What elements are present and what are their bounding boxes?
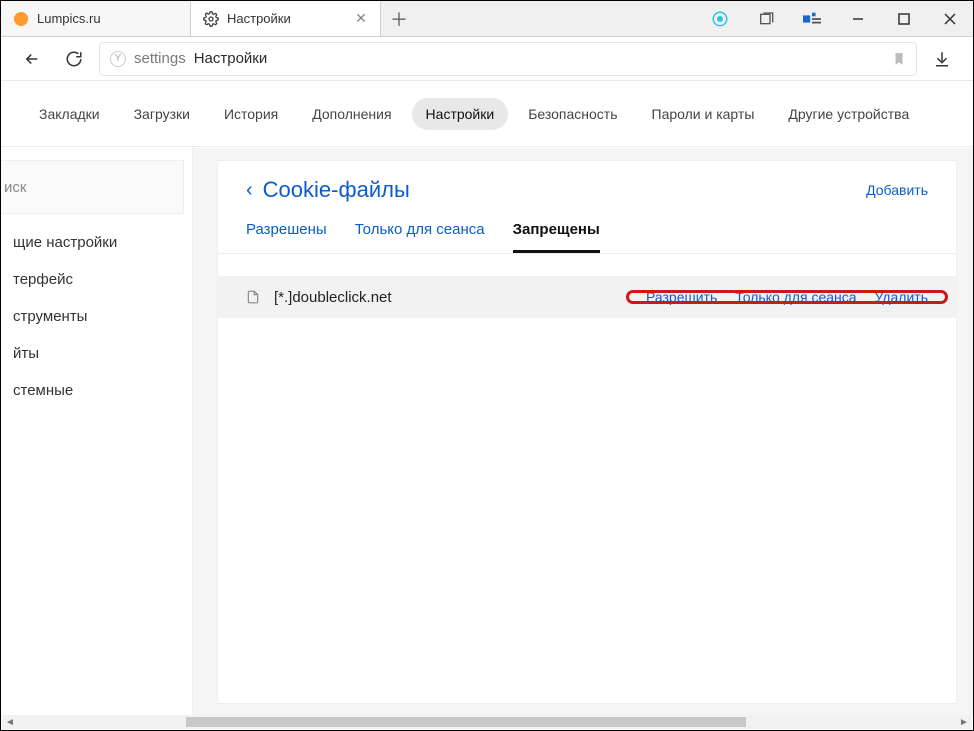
sidebar-item-tools[interactable]: струменты <box>1 298 192 335</box>
panel-back-link[interactable]: ‹ Cookie-файлы <box>246 177 410 203</box>
downloads-button[interactable] <box>925 42 959 76</box>
sidebar-search[interactable]: иск <box>1 160 184 214</box>
nav-bookmarks[interactable]: Закладки <box>25 98 114 130</box>
sidebar-item-sites[interactable]: йты <box>1 335 192 372</box>
chevron-left-icon: ‹ <box>246 179 253 202</box>
nav-settings[interactable]: Настройки <box>412 98 509 130</box>
gear-icon <box>203 11 219 27</box>
cookie-row[interactable]: [*.]doubleclick.net Разрешить Только для… <box>218 276 956 318</box>
address-bar: Y settings Настройки <box>1 37 973 81</box>
close-tab-icon[interactable]: ✕ <box>354 12 368 26</box>
nav-devices[interactable]: Другие устройства <box>774 98 923 130</box>
reload-button[interactable] <box>57 42 91 76</box>
bookmark-icon[interactable] <box>892 51 906 67</box>
address-host: settings <box>134 50 186 67</box>
lumpics-favicon <box>13 11 29 27</box>
cookie-subtabs: Разрешены Только для сеанса Запрещены <box>218 207 956 254</box>
action-session-only[interactable]: Только для сеанса <box>735 289 856 305</box>
address-field[interactable]: Y settings Настройки <box>99 42 917 76</box>
horizontal-scrollbar[interactable]: ◄ ► <box>2 715 972 729</box>
sidebar-item-system[interactable]: стемные <box>1 372 192 409</box>
tab-lumpics[interactable]: Lumpics.ru <box>1 1 191 36</box>
subtab-blocked[interactable]: Запрещены <box>513 221 600 253</box>
scroll-right-arrow[interactable]: ► <box>956 715 972 729</box>
sidebar-search-placeholder: иск <box>4 179 26 196</box>
new-tab-button[interactable]: ＋ <box>381 1 417 36</box>
content-area: иск щие настройки терфейс струменты йты … <box>1 148 973 716</box>
nav-history[interactable]: История <box>210 98 292 130</box>
sidebar-item-interface[interactable]: терфейс <box>1 261 192 298</box>
scroll-track[interactable] <box>18 715 956 729</box>
action-delete[interactable]: Удалить <box>875 289 928 305</box>
tab-title: Настройки <box>227 11 346 26</box>
collections-icon[interactable] <box>743 1 789 37</box>
action-allow[interactable]: Разрешить <box>646 289 717 305</box>
nav-passwords[interactable]: Пароли и карты <box>638 98 769 130</box>
window-minimize-button[interactable] <box>835 1 881 37</box>
settings-top-nav: Закладки Загрузки История Дополнения Нас… <box>1 81 973 147</box>
settings-sidebar: иск щие настройки терфейс струменты йты … <box>1 148 193 716</box>
window-controls <box>697 1 973 36</box>
cookie-domain: [*.]doubleclick.net <box>274 289 392 306</box>
tab-strip: Lumpics.ru Настройки ✕ ＋ <box>1 1 973 37</box>
window-maximize-button[interactable] <box>881 1 927 37</box>
scroll-thumb[interactable] <box>186 717 746 727</box>
yandex-logo-icon: Y <box>110 51 126 67</box>
notifications-icon[interactable] <box>789 1 835 37</box>
document-icon <box>246 289 262 305</box>
settings-panel: ‹ Cookie-файлы Добавить Разрешены Только… <box>217 160 957 704</box>
sidebar-item-general[interactable]: щие настройки <box>1 224 192 261</box>
address-page: Настройки <box>194 50 268 67</box>
subtab-allowed[interactable]: Разрешены <box>246 221 327 253</box>
nav-security[interactable]: Безопасность <box>514 98 631 130</box>
tab-title: Lumpics.ru <box>37 11 178 26</box>
nav-downloads[interactable]: Загрузки <box>120 98 204 130</box>
scroll-left-arrow[interactable]: ◄ <box>2 715 18 729</box>
add-button[interactable]: Добавить <box>866 182 928 198</box>
alice-icon[interactable] <box>697 1 743 37</box>
nav-extensions[interactable]: Дополнения <box>298 98 405 130</box>
row-actions: Разрешить Только для сеанса Удалить <box>638 289 936 305</box>
window-close-button[interactable] <box>927 1 973 37</box>
subtab-session[interactable]: Только для сеанса <box>355 221 485 253</box>
tab-settings[interactable]: Настройки ✕ <box>191 1 381 36</box>
panel-title-text: Cookie-файлы <box>263 177 410 203</box>
back-button[interactable] <box>15 42 49 76</box>
